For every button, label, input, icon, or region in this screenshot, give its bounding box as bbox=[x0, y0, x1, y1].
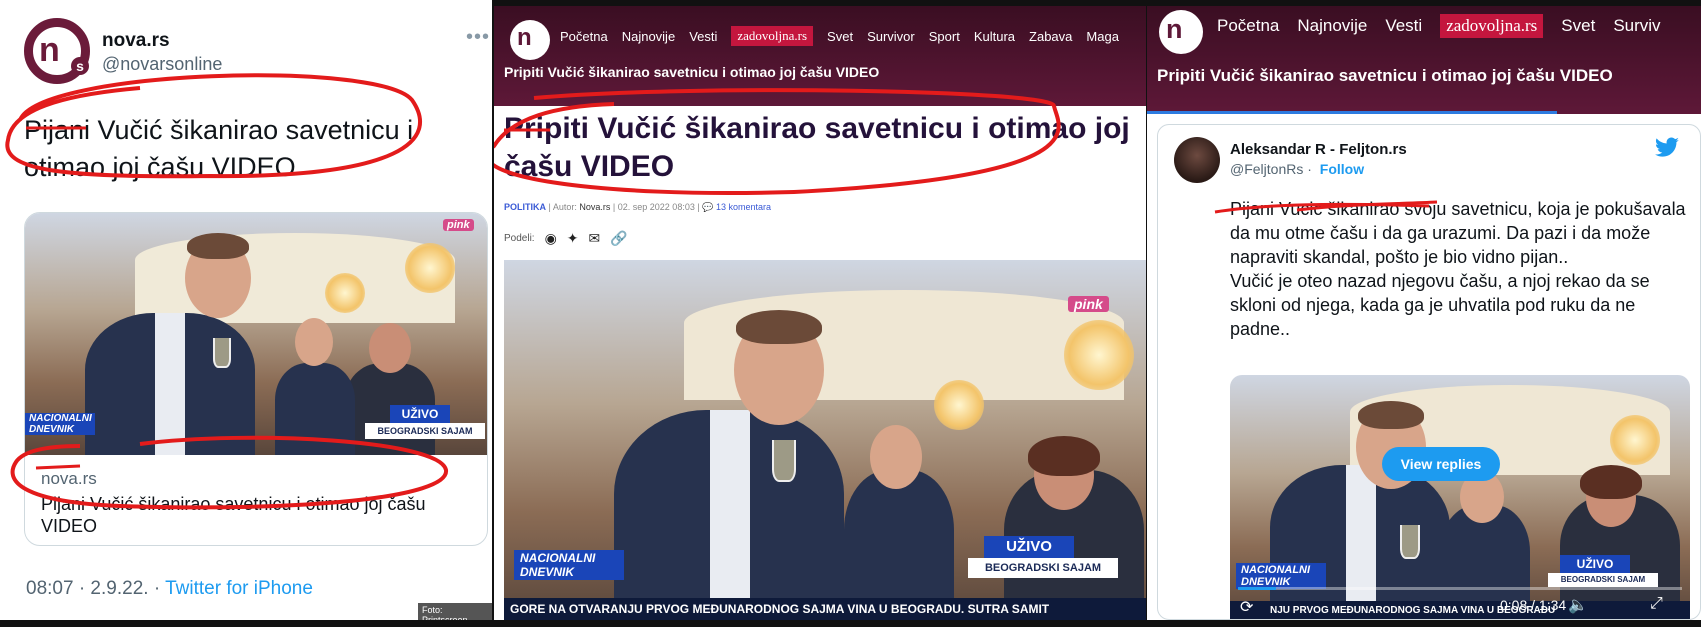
nav-item-kultura[interactable]: Kultura bbox=[974, 29, 1015, 44]
tweet-text: Pijani Vučić šikanirao savetnicu i otima… bbox=[24, 115, 414, 182]
show-logo: NACIONALNI DNEVNIK bbox=[514, 550, 624, 580]
place-label: BEOGRADSKI SAJAM bbox=[968, 558, 1118, 578]
reading-progress-bar bbox=[1147, 111, 1557, 114]
share-bar: Podeli: ◉ ✦ ✉ 🔗 bbox=[504, 230, 628, 247]
channel-badge: pink bbox=[443, 219, 474, 231]
show-logo: NACIONALNI DNEVNIK bbox=[25, 413, 95, 435]
zoomed-page-panel: n Početna Najnovije Vesti zadovoljna.rs … bbox=[1147, 6, 1701, 620]
volume-icon[interactable]: 🔈 bbox=[1568, 595, 1588, 615]
account-name[interactable]: nova.rs bbox=[102, 30, 170, 52]
nav-item-vesti[interactable]: Vesti bbox=[1385, 16, 1422, 36]
comments-count[interactable]: 13 komentara bbox=[716, 202, 771, 212]
link-card-title: Pijani Vučić šikanirao savetnicu i otima… bbox=[41, 494, 426, 536]
live-label: UŽIVO bbox=[984, 536, 1074, 558]
link-card-image: NACIONALNI DNEVNIK UŽIVO BEOGRADSKI SAJA… bbox=[25, 213, 487, 455]
tweet-screenshot-panel: n s nova.rs @novarsonline ••• Pijani Vuč… bbox=[0, 0, 492, 620]
timestamp-text[interactable]: 08:07 · 2.9.22. · bbox=[26, 578, 160, 599]
news-ticker: GORE NA OTVARANJU PRVOG MEĐUNARODNOG SAJ… bbox=[504, 598, 1146, 620]
show-logo: NACIONALNI DNEVNIK bbox=[1236, 563, 1326, 589]
twitter-icon[interactable]: ✦ bbox=[567, 230, 579, 247]
place-label: BEOGRADSKI SAJAM bbox=[365, 423, 485, 439]
nav-item-najnovije[interactable]: Najnovije bbox=[1297, 16, 1367, 36]
tweet-text: Pijani Vucic šikanirao svoju savetnicu, … bbox=[1230, 199, 1686, 339]
site-navbar: n Početna Najnovije Vesti zadovoljna.rs … bbox=[494, 6, 1146, 106]
live-label: UŽIVO bbox=[1560, 555, 1630, 573]
live-label: UŽIVO bbox=[390, 405, 450, 423]
tweet-timestamp: 08:07 · 2.9.22. · Twitter for iPhone bbox=[26, 578, 313, 600]
nav-item-pocetna[interactable]: Početna bbox=[1217, 16, 1279, 36]
nav-menu: Početna Najnovije Vesti zadovoljna.rs Sv… bbox=[560, 26, 1119, 46]
nav-item-zabava[interactable]: Zabava bbox=[1029, 29, 1072, 44]
embedded-tweet: Aleksandar R - Feljton.rs @FeljtonRs · F… bbox=[1157, 124, 1701, 620]
tweet-source-link[interactable]: Twitter for iPhone bbox=[165, 578, 313, 599]
article-page-panel: n Početna Najnovije Vesti zadovoljna.rs … bbox=[494, 6, 1146, 620]
video-progress-track[interactable] bbox=[1238, 587, 1682, 590]
nav-item-sport[interactable]: Sport bbox=[929, 29, 960, 44]
nav-item-zadovoljna[interactable]: zadovoljna.rs bbox=[731, 26, 814, 46]
account-handle[interactable]: @novarsonline bbox=[102, 54, 222, 75]
nav-menu: Početna Najnovije Vesti zadovoljna.rs Sv… bbox=[1217, 14, 1661, 38]
tweet-author-handle-row: @FeljtonRs · Follow bbox=[1230, 161, 1365, 177]
nav-item-svet[interactable]: Svet bbox=[1561, 16, 1595, 36]
photo-credit: Foto: Printscreen bbox=[418, 603, 492, 620]
channel-badge: pink bbox=[1068, 296, 1109, 312]
nova-logo-avatar[interactable]: n s bbox=[24, 18, 90, 84]
place-label: BEOGRADSKI SAJAM bbox=[1548, 573, 1658, 587]
nova-logo[interactable]: n bbox=[1159, 10, 1203, 54]
nav-item-survivor[interactable]: Surviv bbox=[1613, 16, 1660, 36]
facebook-icon[interactable]: ◉ bbox=[545, 230, 557, 247]
author-label: Autor: bbox=[552, 202, 577, 212]
article-date: 02. sep 2022 08:03 bbox=[617, 202, 695, 212]
tweet-video[interactable]: NACIONALNI DNEVNIK UŽIVO BEOGRADSKI SAJA… bbox=[1230, 375, 1690, 619]
article-title: Pripiti Vučić šikanirao savetnicu i otim… bbox=[504, 112, 1130, 183]
article-video[interactable]: NACIONALNI DNEVNIK UŽIVO BEOGRADSKI SAJA… bbox=[504, 260, 1146, 620]
nav-item-pocetna[interactable]: Početna bbox=[560, 29, 608, 44]
email-icon[interactable]: ✉ bbox=[589, 230, 601, 247]
fullscreen-icon[interactable]: ⤢ bbox=[1650, 595, 1663, 613]
nova-logo-s: s bbox=[71, 57, 89, 75]
nav-item-svet[interactable]: Svet bbox=[827, 29, 853, 44]
tweet-author-handle[interactable]: @FeljtonRs bbox=[1230, 161, 1303, 177]
article-meta: POLITIKA | Autor: Nova.rs | 02. sep 2022… bbox=[504, 202, 771, 212]
more-dots-icon[interactable]: ••• bbox=[466, 26, 490, 49]
replay-icon[interactable]: ⟳ bbox=[1240, 597, 1253, 617]
follow-button[interactable]: Follow bbox=[1320, 161, 1364, 177]
share-label: Podeli: bbox=[504, 233, 535, 244]
nav-item-survivor[interactable]: Survivor bbox=[867, 29, 915, 44]
video-time: 0:08 / 1:34 bbox=[1500, 597, 1567, 613]
article-author[interactable]: Nova.rs bbox=[579, 202, 610, 212]
sticky-headline: Pripiti Vučić šikanirao savetnicu i otim… bbox=[1157, 66, 1613, 85]
video-progress-fill bbox=[1238, 587, 1276, 590]
video-controls: ⟳ 0:08 / 1:34 🔈 ⤢ bbox=[1230, 587, 1690, 619]
link-card[interactable]: NACIONALNI DNEVNIK UŽIVO BEOGRADSKI SAJA… bbox=[24, 212, 488, 546]
nav-item-magazin[interactable]: Maga bbox=[1086, 29, 1119, 44]
nova-logo-n: n bbox=[39, 31, 60, 69]
comment-icon[interactable]: 💬 bbox=[702, 202, 713, 212]
view-replies-button[interactable]: View replies bbox=[1382, 447, 1500, 481]
link-icon[interactable]: 🔗 bbox=[610, 230, 627, 247]
link-card-domain: nova.rs bbox=[41, 469, 97, 488]
nav-item-najnovije[interactable]: Najnovije bbox=[622, 29, 675, 44]
tweet-author-name[interactable]: Aleksandar R - Feljton.rs bbox=[1230, 141, 1407, 158]
nav-item-vesti[interactable]: Vesti bbox=[689, 29, 717, 44]
nova-logo[interactable]: n bbox=[510, 20, 550, 60]
twitter-bird-icon[interactable] bbox=[1654, 137, 1680, 159]
article-category[interactable]: POLITIKA bbox=[504, 202, 546, 212]
sticky-headline: Pripiti Vučić šikanirao savetnicu i otim… bbox=[504, 64, 880, 80]
nav-item-zadovoljna[interactable]: zadovoljna.rs bbox=[1440, 14, 1544, 38]
avatar[interactable] bbox=[1174, 137, 1220, 183]
site-navbar: n Početna Najnovije Vesti zadovoljna.rs … bbox=[1147, 6, 1701, 114]
